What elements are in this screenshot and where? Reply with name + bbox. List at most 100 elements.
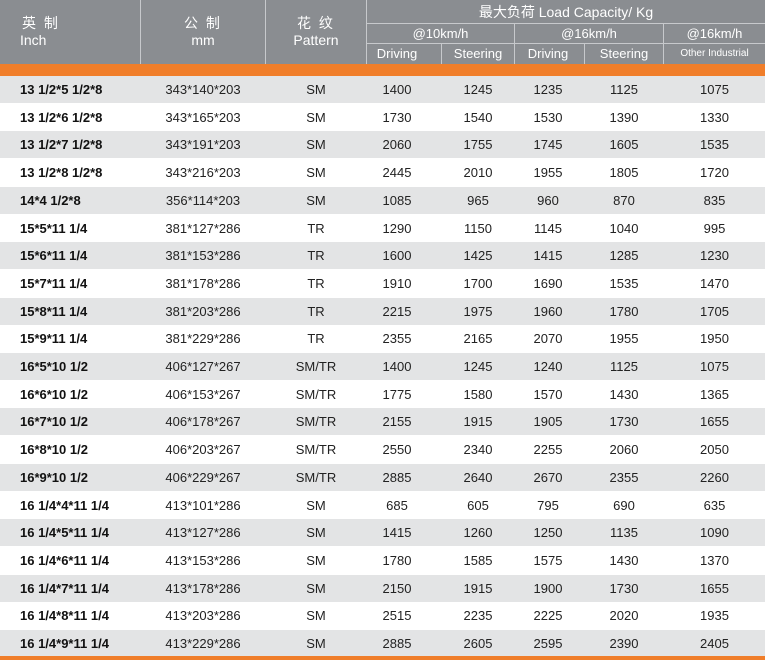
cell-steering-10: 1245 [463, 359, 493, 374]
cell-driving-16: 2225 [533, 608, 563, 624]
header-load-capacity: 最大负荷 Load Capacity/ Kg [478, 4, 654, 20]
cell-inch: 16 1/4*4*11 1/4 [20, 497, 109, 513]
cell-pattern: SM [306, 192, 326, 208]
cell-steering-10: 2605 [463, 636, 493, 651]
cell-other-industrial: 1655 [700, 580, 729, 596]
cell-other-industrial: 1330 [700, 109, 729, 125]
table-row: 16 1/4*5*11 1/4 413*127*286 SM 1415 1260 1250… [0, 519, 765, 548]
table-row: 16*9*10 1/2 406*229*267 SM/TR 2885 2640 2670 2… [0, 463, 765, 492]
cell-driving-10: 1415 [382, 525, 412, 541]
cell-driving-16: 1250 [533, 525, 563, 541]
header-pattern-en: Pattern [293, 32, 339, 48]
header-steering-10: Steering [453, 46, 503, 61]
cell-inch: 16*9*10 1/2 [20, 469, 88, 485]
cell-pattern: SM/TR [295, 386, 337, 402]
cell-steering-16: 1730 [609, 580, 639, 596]
cell-pattern: SM/TR [295, 359, 337, 374]
cell-other-industrial: 2260 [700, 469, 729, 485]
cell-driving-16: 1235 [533, 82, 563, 97]
header-inch-en: Inch [20, 32, 47, 48]
cell-mm: 406*178*267 [165, 414, 241, 430]
cell-driving-16: 1905 [533, 414, 563, 430]
cell-driving-10: 685 [386, 497, 408, 513]
header-driving-16: Driving [527, 46, 569, 61]
cell-mm: 413*229*286 [165, 636, 241, 651]
cell-mm: 381*127*286 [165, 220, 241, 236]
cell-steering-10: 605 [467, 497, 489, 513]
header-accent-bar [0, 64, 765, 76]
cell-mm: 406*127*267 [165, 359, 241, 374]
cell-driving-10: 1400 [382, 82, 412, 97]
cell-other-industrial: 995 [703, 220, 726, 236]
cell-mm: 381*229*286 [165, 331, 241, 347]
cell-driving-16: 2670 [533, 469, 563, 485]
cell-inch: 13 1/2*8 1/2*8 [20, 165, 103, 181]
cell-steering-10: 1580 [463, 386, 493, 402]
cell-pattern: SM [306, 82, 326, 97]
cell-steering-10: 1540 [463, 109, 493, 125]
cell-other-industrial: 1935 [700, 608, 729, 624]
cell-driving-16: 1145 [534, 220, 562, 236]
cell-steering-16: 1730 [609, 414, 639, 430]
cell-inch: 15*7*11 1/4 [20, 275, 88, 291]
cell-steering-16: 1040 [609, 220, 639, 236]
cell-other-industrial: 1075 [700, 359, 729, 374]
cell-other-industrial: 1370 [700, 552, 729, 568]
cell-steering-16: 1430 [609, 386, 639, 402]
cell-steering-10: 1260 [463, 525, 493, 541]
cell-steering-16: 1125 [610, 82, 638, 97]
cell-mm: 413*203*286 [165, 608, 241, 624]
cell-steering-16: 1605 [609, 137, 639, 153]
cell-driving-10: 1085 [382, 192, 412, 208]
cell-pattern: SM [306, 580, 326, 596]
cell-steering-16: 1430 [609, 552, 639, 568]
table-row: 15*6*11 1/4 381*153*286 TR 1600 1425 1415 1285… [0, 242, 765, 271]
cell-other-industrial: 1075 [700, 82, 729, 97]
cell-driving-10: 2060 [382, 137, 412, 153]
cell-driving-10: 2885 [382, 469, 412, 485]
cell-inch: 16 1/4*7*11 1/4 [20, 580, 109, 596]
header-inch-cn: 英 制 [22, 15, 60, 31]
cell-driving-10: 1910 [382, 275, 412, 291]
cell-inch: 13 1/2*7 1/2*8 [20, 137, 103, 153]
cell-steering-16: 1285 [609, 248, 639, 264]
cell-steering-10: 2340 [463, 442, 493, 458]
cell-steering-16: 2355 [609, 469, 639, 485]
cell-pattern: SM [306, 636, 326, 651]
cell-driving-10: 2515 [382, 608, 412, 624]
table-row: 16 1/4*9*11 1/4 413*229*286 SM 2885 2605 2595… [0, 630, 765, 658]
table-row: 13 1/2*6 1/2*8 343*165*203 SM 1730 1540 1530 1… [0, 103, 765, 132]
cell-driving-16: 1960 [533, 303, 563, 319]
cell-inch: 15*8*11 1/4 [20, 303, 88, 319]
header-mm-en: mm [191, 32, 215, 48]
cell-pattern: TR [307, 331, 325, 347]
cell-driving-16: 1240 [533, 359, 563, 374]
cell-driving-16: 1415 [533, 248, 563, 264]
cell-driving-10: 1290 [382, 220, 412, 236]
cell-inch: 15*9*11 1/4 [20, 331, 88, 347]
cell-mm: 343*140*203 [165, 82, 241, 97]
cell-pattern: TR [307, 220, 325, 236]
cell-other-industrial: 835 [703, 192, 726, 208]
cell-other-industrial: 2405 [700, 636, 729, 651]
cell-other-industrial: 635 [703, 497, 726, 513]
table-row: 13 1/2*7 1/2*8 343*191*203 SM 2060 1755 1745 1… [0, 131, 765, 160]
cell-inch: 16*6*10 1/2 [20, 386, 88, 402]
cell-steering-10: 1425 [463, 248, 493, 264]
cell-steering-10: 1700 [463, 275, 493, 291]
cell-mm: 413*101*286 [165, 497, 241, 513]
cell-inch: 13 1/2*6 1/2*8 [20, 109, 103, 125]
cell-steering-16: 2060 [609, 442, 639, 458]
cell-inch: 16*8*10 1/2 [20, 442, 88, 458]
header-other-industrial: Other Industrial [680, 48, 749, 59]
cell-other-industrial: 2050 [700, 442, 729, 458]
cell-steering-16: 2020 [609, 608, 639, 624]
cell-steering-16: 690 [613, 497, 635, 513]
cell-driving-16: 1690 [533, 275, 563, 291]
cell-pattern: SM/TR [295, 442, 337, 458]
cell-driving-10: 2355 [382, 331, 412, 347]
table-row: 16*5*10 1/2 406*127*267 SM/TR 1400 1245 1240 1… [0, 353, 765, 381]
header-mm: 公 制 mm [141, 15, 265, 49]
cell-mm: 343*191*203 [165, 137, 241, 153]
tire-load-capacity-table: 英 制 Inch 公 制 mm 花 纹 Pattern 最大负荷 Load Ca… [0, 0, 765, 660]
